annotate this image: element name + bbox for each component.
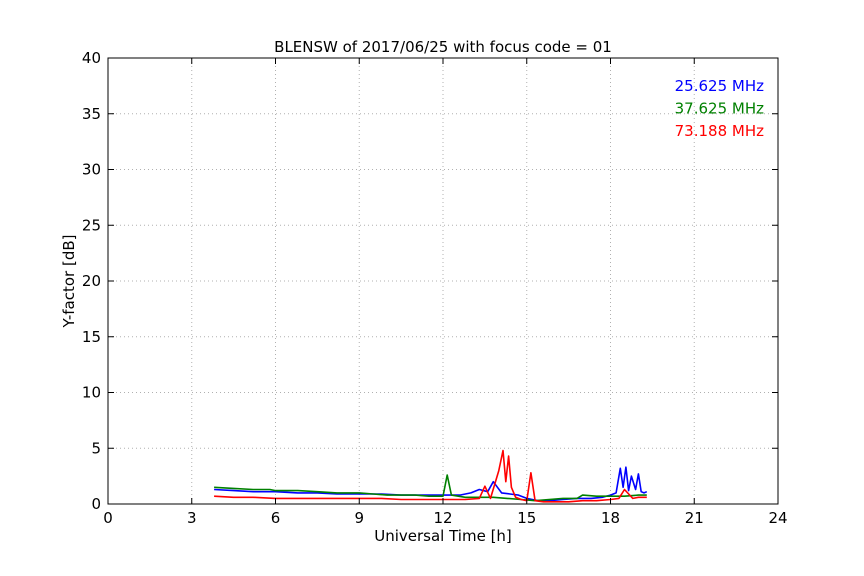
legend-entry: 73.188 MHz bbox=[675, 122, 764, 140]
legend: 25.625 MHz 37.625 MHz 73.188 MHz bbox=[675, 77, 764, 140]
series-group bbox=[214, 449, 648, 503]
legend-entry: 37.625 MHz bbox=[675, 100, 764, 118]
x-tick-label: 18 bbox=[601, 509, 620, 527]
series-line-2 bbox=[214, 474, 647, 502]
x-tick-label: 15 bbox=[517, 509, 536, 527]
legend-entry: 25.625 MHz bbox=[675, 77, 764, 95]
x-tick-label: 24 bbox=[768, 509, 787, 527]
series-line-3 bbox=[214, 449, 647, 503]
y-tick-label: 5 bbox=[91, 439, 101, 457]
x-tick-label: 6 bbox=[271, 509, 281, 527]
y-tick-label: 15 bbox=[82, 328, 101, 346]
y-tick-label: 40 bbox=[82, 49, 101, 67]
x-tick-label: 12 bbox=[433, 509, 452, 527]
y-tick-label: 10 bbox=[82, 384, 101, 402]
y-tick-label: 35 bbox=[82, 105, 101, 123]
x-tick-label: 3 bbox=[187, 509, 197, 527]
y-tick-label: 30 bbox=[82, 161, 101, 179]
x-axis-label: Universal Time [h] bbox=[374, 527, 512, 545]
y-tick-label: 25 bbox=[82, 216, 101, 234]
x-tick-label: 9 bbox=[354, 509, 364, 527]
chart-title: BLENSW of 2017/06/25 with focus code = 0… bbox=[274, 38, 612, 56]
x-tick-label: 21 bbox=[685, 509, 704, 527]
chart: 0 3 6 9 12 15 18 21 24 0 5 10 15 20 25 30 35 40 BLENSW o… bbox=[60, 38, 788, 545]
y-ticks: 0 5 10 15 20 25 30 35 40 bbox=[82, 49, 778, 513]
y-tick-label: 0 bbox=[91, 495, 101, 513]
y-axis-label: Y-factor [dB] bbox=[60, 234, 78, 328]
x-tick-label: 0 bbox=[103, 509, 113, 527]
y-tick-label: 20 bbox=[82, 272, 101, 290]
